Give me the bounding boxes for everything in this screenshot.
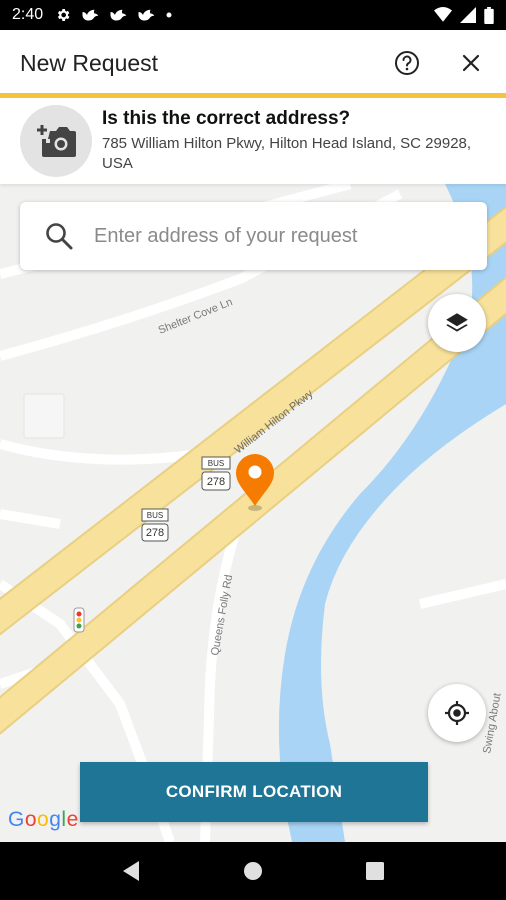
app-bar-actions <box>392 48 486 78</box>
confirm-location-button[interactable]: CONFIRM LOCATION <box>80 762 428 822</box>
status-bar: 2:40 <box>0 0 506 30</box>
my-location-icon <box>445 701 469 725</box>
search-icon <box>46 223 73 250</box>
wifi-icon <box>434 7 452 22</box>
address-value: 785 William Hilton Pkwy, Hilton Head Isl… <box>102 135 472 172</box>
my-location-button[interactable] <box>428 684 486 742</box>
map-background: Shelter Cove Ln William Hilton Pkwy Quee… <box>0 184 506 842</box>
add-photo-button[interactable] <box>20 105 92 177</box>
nav-home-button[interactable] <box>233 851 273 891</box>
signal-icon <box>460 7 476 23</box>
back-icon <box>123 861 139 881</box>
help-circle-icon <box>395 51 419 75</box>
map-view[interactable]: Shelter Cove Ln William Hilton Pkwy Quee… <box>0 184 506 842</box>
google-logo: Google <box>8 808 79 831</box>
app-bar: New Request <box>0 30 506 96</box>
building-shape <box>23 393 65 439</box>
address-text: Is this the correct address? 785 William… <box>102 108 482 174</box>
water-channel <box>278 184 506 842</box>
gear-icon <box>58 9 70 21</box>
address-question: Is this the correct address? <box>102 108 351 129</box>
layers-icon <box>446 313 468 332</box>
route-shield: BUS 278 <box>201 456 231 491</box>
recents-icon <box>366 862 384 880</box>
address-confirmation-card: Is this the correct address? 785 William… <box>0 98 506 184</box>
address-search-input[interactable] <box>94 224 454 248</box>
help-button[interactable] <box>392 48 422 78</box>
page-title: New Request <box>20 49 159 76</box>
status-time: 2:40 <box>12 6 44 23</box>
map-layers-button[interactable] <box>428 294 486 352</box>
close-icon <box>462 54 480 72</box>
notification-icons <box>55 7 173 23</box>
bird-icon <box>110 9 127 21</box>
system-icons <box>434 6 494 24</box>
map-label-swing-about: Swing About <box>481 692 503 754</box>
nav-back-button[interactable] <box>111 851 151 891</box>
bird-icon <box>82 9 99 21</box>
close-button[interactable] <box>456 48 486 78</box>
svg-text:BUS: BUS <box>208 459 224 468</box>
add-photo-icon <box>37 125 76 157</box>
system-nav-bar <box>0 842 506 900</box>
bird-icon <box>138 9 155 21</box>
svg-text:BUS: BUS <box>147 511 163 520</box>
svg-text:278: 278 <box>207 476 225 488</box>
route-shield: BUS 278 <box>141 508 169 542</box>
dot-icon <box>166 12 172 18</box>
traffic-light-icon <box>73 607 85 633</box>
nav-recents-button[interactable] <box>355 851 395 891</box>
svg-text:278: 278 <box>146 527 164 539</box>
battery-icon <box>484 6 494 24</box>
address-search-box[interactable] <box>20 202 487 270</box>
home-icon <box>244 862 262 880</box>
